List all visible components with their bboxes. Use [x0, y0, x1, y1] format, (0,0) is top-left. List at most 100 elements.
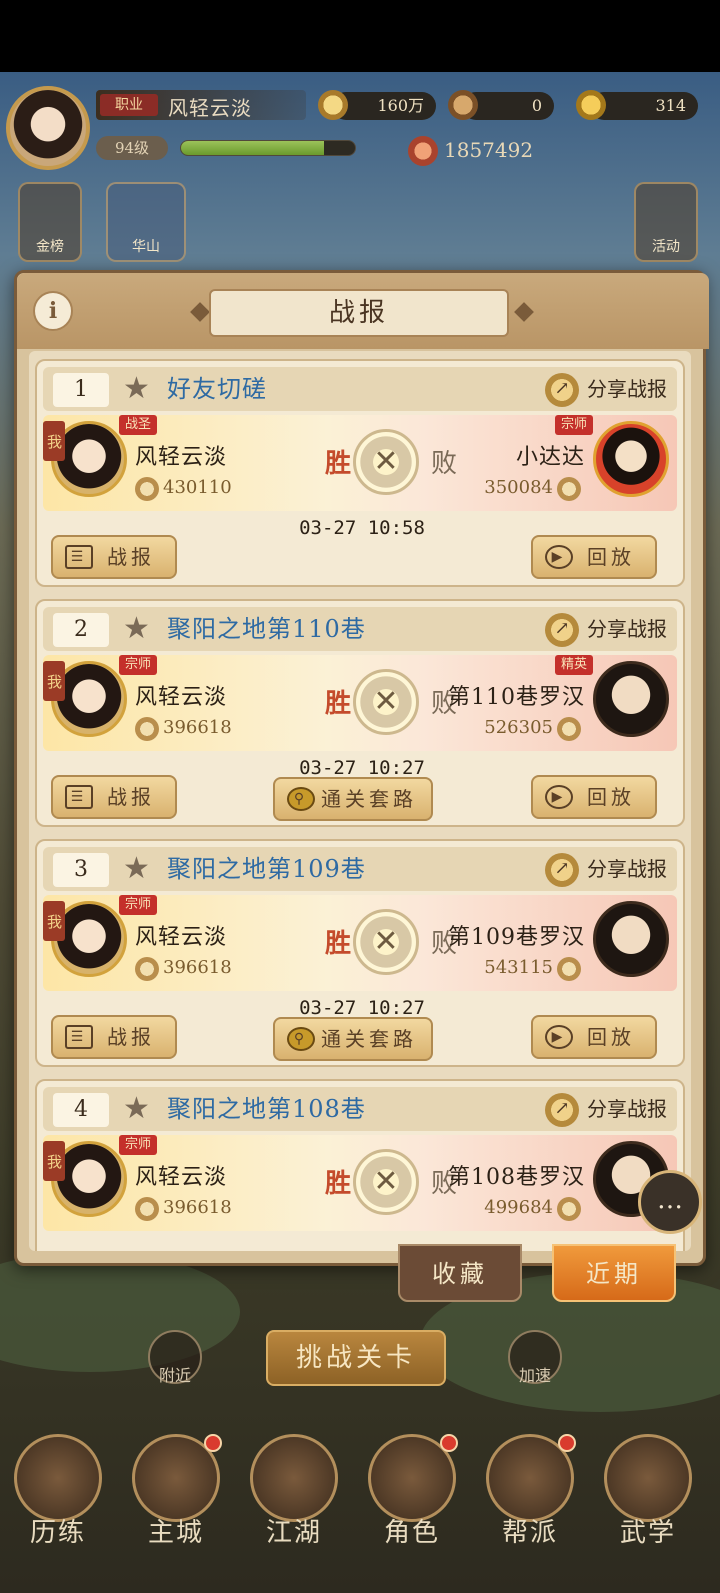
my-name: 风轻云淡 [135, 925, 228, 950]
title-right-deco [514, 302, 534, 322]
gold-list-icon[interactable]: 金榜 [18, 182, 82, 262]
enemy-power: 499684 [484, 1197, 581, 1221]
share-report-button[interactable]: ↗ 分享战报 [545, 1091, 667, 1127]
coins-pill[interactable]: 160万 [318, 90, 436, 120]
power-flame-icon [408, 136, 438, 166]
clear-strategy-button[interactable]: ⚲ 通关套路 [273, 1017, 433, 1061]
speed-up-button[interactable]: 加速 [508, 1330, 562, 1385]
my-name: 风轻云淡 [135, 445, 228, 470]
power-icon [557, 477, 581, 501]
share-report-button[interactable]: ↗ 分享战报 [545, 371, 667, 407]
power-icon [557, 957, 581, 981]
nav-label: 江湖 [265, 1518, 322, 1548]
power-icon [135, 477, 159, 501]
gold-value: 314 [655, 96, 686, 115]
chat-icon[interactable]: … [638, 1170, 702, 1234]
nav-item-4[interactable]: 角色 [362, 1408, 462, 1588]
status-bar-area [0, 0, 720, 72]
enemy-name: 第110巷罗汉 [448, 685, 585, 710]
view-report-button[interactable]: ☰ 战报 [51, 535, 177, 579]
share-report-button[interactable]: ↗ 分享战报 [545, 611, 667, 647]
power-value: 1857492 [444, 138, 534, 162]
record-title: 聚阳之地第108巷 [167, 1095, 366, 1123]
enemy-avatar[interactable] [593, 901, 669, 977]
record-index: 4 [53, 1093, 109, 1127]
enemy-avatar[interactable] [593, 661, 669, 737]
title-left-deco [190, 302, 210, 322]
star-icon[interactable]: ★ [123, 1093, 155, 1125]
share-label: 分享战报 [587, 1097, 667, 1121]
ingot-icon [448, 90, 478, 120]
report-list[interactable]: 1 ★ 好友切磋 ↗ 分享战报 我 战圣 风轻云淡 430110 胜 ✕ 败 宗… [29, 351, 691, 1251]
event-icon[interactable]: 活动 [634, 182, 698, 262]
record-header: 2 ★ 聚阳之地第110巷 ↗ 分享战报 [43, 607, 677, 651]
battle-record-card: 3 ★ 聚阳之地第109巷 ↗ 分享战报 我 宗师 风轻云淡 396618 胜 … [35, 839, 685, 1067]
training-icon [14, 1434, 102, 1522]
my-power: 430110 [135, 477, 232, 501]
info-icon[interactable]: i [33, 291, 73, 331]
star-icon[interactable]: ★ [123, 853, 155, 885]
battle-record-card: 2 ★ 聚阳之地第110巷 ↗ 分享战报 我 宗师 风轻云淡 396618 胜 … [35, 599, 685, 827]
notification-dot [558, 1434, 576, 1452]
dialog-title: 战报 [209, 289, 509, 337]
my-rank-badge: 宗师 [119, 895, 158, 915]
nav-item-6[interactable]: 武学 [598, 1408, 698, 1588]
result-win: 胜 [325, 689, 352, 719]
star-icon[interactable]: ★ [123, 373, 155, 405]
record-index: 3 [53, 853, 109, 887]
nav-label: 历练 [29, 1518, 86, 1548]
replay-button[interactable]: ▶ 回放 [531, 1015, 657, 1059]
player-avatar[interactable] [6, 86, 90, 170]
tab-recent[interactable]: 近期 [552, 1244, 676, 1302]
report-icon: ☰ [65, 545, 93, 569]
nav-label: 角色 [383, 1518, 440, 1548]
challenge-stage-button[interactable]: 挑战关卡 [266, 1330, 446, 1386]
star-icon[interactable]: ★ [123, 613, 155, 645]
play-icon: ▶ [545, 785, 573, 809]
notification-dot [440, 1434, 458, 1452]
view-report-button[interactable]: ☰ 战报 [51, 1015, 177, 1059]
ingots-value: 0 [531, 96, 542, 115]
fight-row: 我 宗师 风轻云淡 396618 胜 ✕ 败 第108巷罗汉 499684 [43, 1135, 677, 1231]
record-header: 1 ★ 好友切磋 ↗ 分享战报 [43, 367, 677, 411]
view-report-button[interactable]: ☰ 战报 [51, 775, 177, 819]
exp-fill [181, 141, 324, 155]
report-icon: ☰ [65, 1025, 93, 1049]
me-tag: 我 [43, 421, 65, 461]
enemy-avatar[interactable] [593, 421, 669, 497]
gold-icon [576, 90, 606, 120]
my-rank-badge: 宗师 [119, 1135, 158, 1155]
nav-item-3[interactable]: 江湖 [244, 1408, 344, 1588]
gold-pill[interactable]: 314 [576, 90, 698, 120]
search-icon: ⚲ [287, 787, 315, 811]
share-icon: ↗ [545, 373, 579, 407]
replay-button[interactable]: ▶ 回放 [531, 535, 657, 579]
crossed-swords-icon: ✕ [353, 909, 419, 975]
nav-item-5[interactable]: 帮派 [480, 1408, 580, 1588]
result-win: 胜 [325, 929, 352, 959]
tab-favorites[interactable]: 收藏 [398, 1244, 522, 1302]
replay-button[interactable]: ▶ 回放 [531, 775, 657, 819]
enemy-power: 350084 [484, 477, 581, 501]
power-icon [557, 1197, 581, 1221]
exp-bar [180, 140, 356, 156]
nav-item-1[interactable]: 历练 [8, 1408, 108, 1588]
notification-dot [204, 1434, 222, 1452]
coin-icon [318, 90, 348, 120]
nav-label: 帮派 [501, 1518, 558, 1548]
ingots-pill[interactable]: 0 [448, 90, 554, 120]
my-rank-badge: 战圣 [119, 415, 158, 435]
record-title: 聚阳之地第110巷 [167, 615, 366, 643]
my-name: 风轻云淡 [135, 1165, 228, 1190]
record-header: 3 ★ 聚阳之地第109巷 ↗ 分享战报 [43, 847, 677, 891]
clear-strategy-button[interactable]: ⚲ 通关套路 [273, 777, 433, 821]
power-icon [557, 717, 581, 741]
nearby-button[interactable]: 附近 [148, 1330, 202, 1385]
share-report-button[interactable]: ↗ 分享战报 [545, 851, 667, 887]
player-title-badge: 职业 [100, 94, 158, 116]
share-icon: ↗ [545, 1093, 579, 1127]
power-icon [135, 1197, 159, 1221]
nav-item-2[interactable]: 主城 [126, 1408, 226, 1588]
mountain-icon[interactable]: 华山 [106, 182, 186, 262]
battle-report-dialog: i 战报 1 ★ 好友切磋 ↗ 分享战报 我 战圣 风轻云淡 430110 胜 … [14, 270, 709, 1266]
